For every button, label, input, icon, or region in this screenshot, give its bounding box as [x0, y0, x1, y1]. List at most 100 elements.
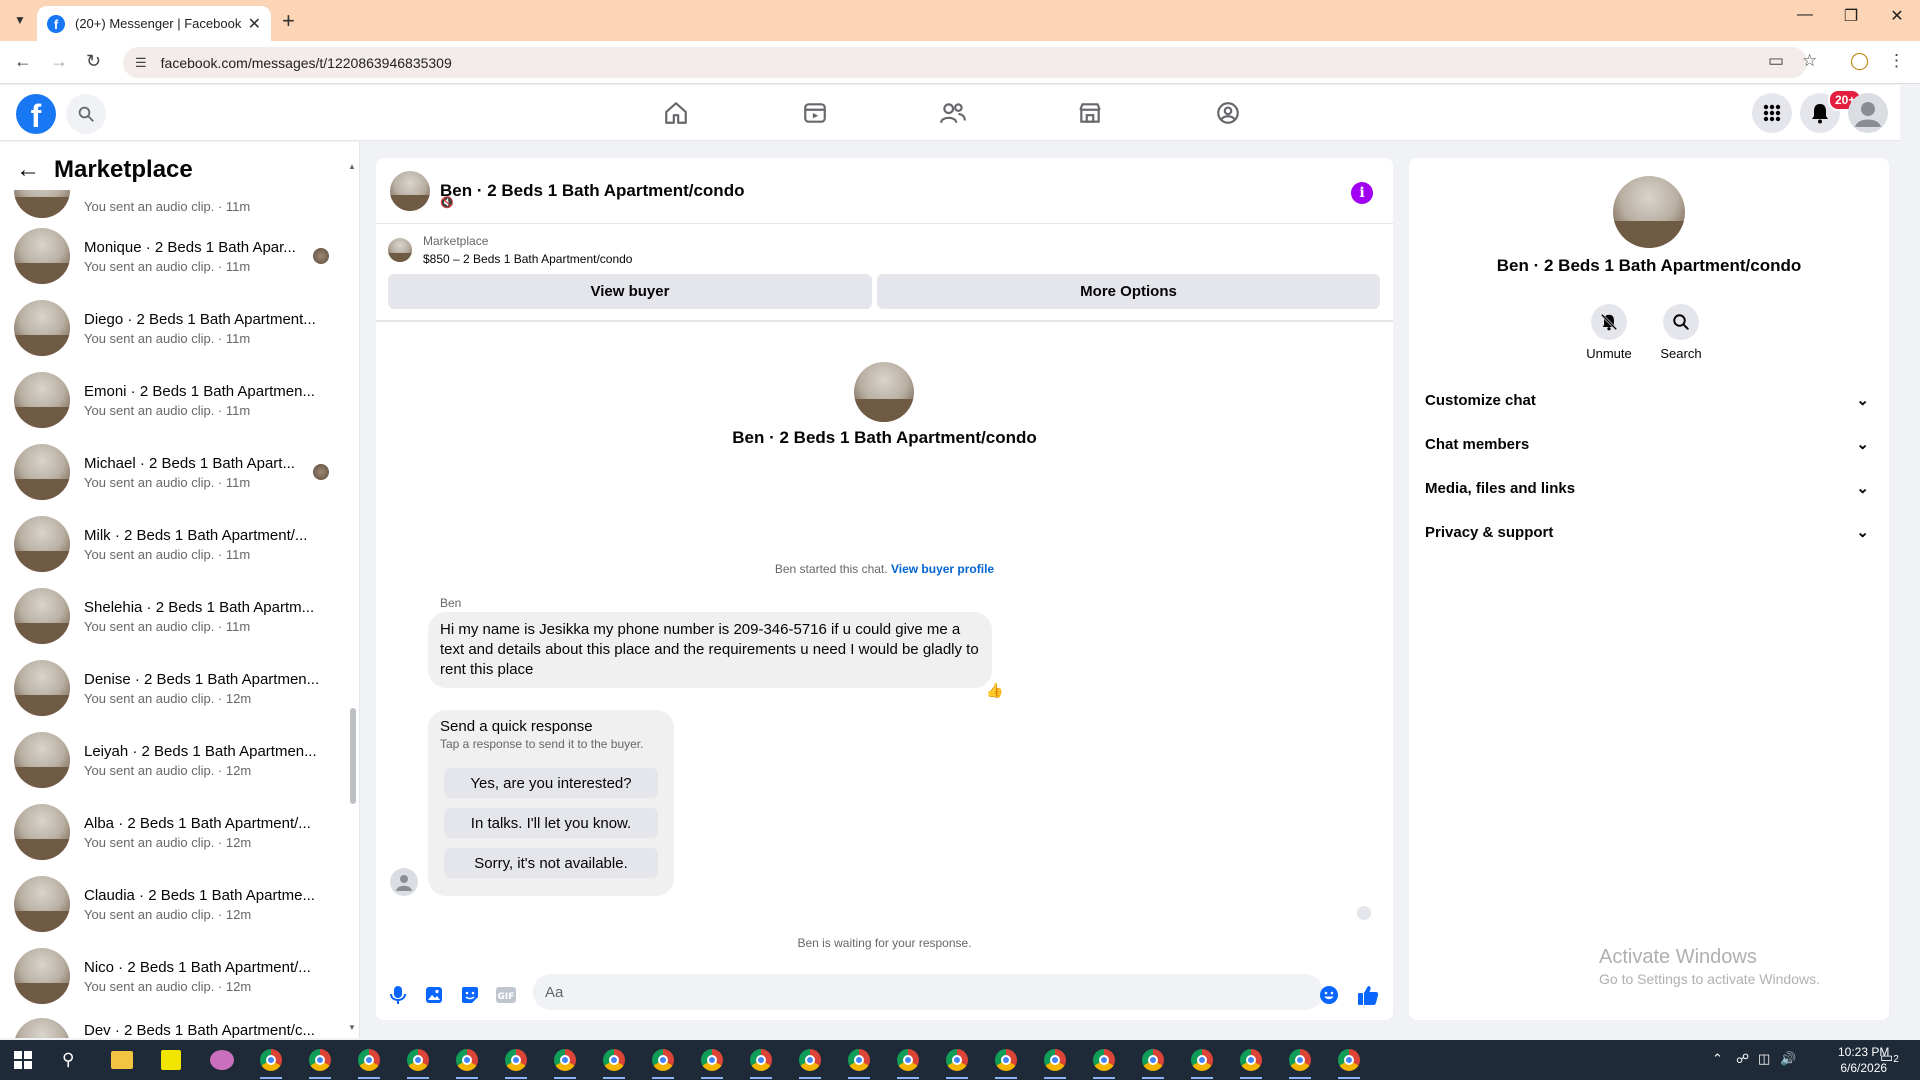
- incoming-message[interactable]: Hi my name is Jesikka my phone number is…: [428, 612, 992, 688]
- sidebar-scrollbar[interactable]: ▲ ▼: [348, 162, 358, 1032]
- profile-avatar[interactable]: [1613, 176, 1685, 248]
- chat-title[interactable]: Ben · 2 Beds 1 Bath Apartment/condo: [440, 181, 744, 201]
- search-in-chat-button[interactable]: Search: [1651, 304, 1711, 361]
- profile-icon[interactable]: ◯: [1850, 51, 1869, 71]
- page-scrollbar[interactable]: [1904, 85, 1920, 1040]
- video-icon[interactable]: [797, 97, 833, 129]
- notification-center-icon[interactable]: ▭2: [1880, 1049, 1899, 1066]
- conversation-item[interactable]: Alba · 2 Beds 1 Bath Apartment/... You se…: [0, 796, 345, 868]
- chrome-window-icon[interactable]: [554, 1049, 576, 1071]
- friends-icon[interactable]: [935, 97, 971, 129]
- privacy-support-row[interactable]: Privacy & support ⌄: [1425, 512, 1877, 552]
- conversation-item[interactable]: Diego · 2 Beds 1 Bath Apartment... You se…: [0, 292, 345, 364]
- gif-icon[interactable]: GIF: [495, 984, 517, 1006]
- conversation-item[interactable]: Nico · 2 Beds 1 Bath Apartment/... You se…: [0, 940, 345, 1012]
- chrome-window-icon[interactable]: [456, 1049, 478, 1071]
- back-arrow-icon[interactable]: ←: [16, 156, 40, 184]
- chrome-window-icon[interactable]: [1044, 1049, 1066, 1071]
- customize-chat-row[interactable]: Customize chat ⌄: [1425, 380, 1877, 420]
- chrome-window-icon[interactable]: [1142, 1049, 1164, 1071]
- conversation-item[interactable]: Denise · 2 Beds 1 Bath Apartmen... You se…: [0, 652, 345, 724]
- network-icon[interactable]: ◫: [1758, 1051, 1770, 1067]
- chrome-window-icon[interactable]: [897, 1049, 919, 1071]
- quick-response-button[interactable]: In talks. I'll let you know.: [444, 808, 658, 838]
- chrome-window-icon[interactable]: [603, 1049, 625, 1071]
- taskbar-search-icon[interactable]: ⚲: [62, 1050, 74, 1070]
- chrome-window-icon[interactable]: [309, 1049, 331, 1071]
- facebook-logo-icon[interactable]: f: [16, 94, 56, 134]
- intro-avatar[interactable]: [854, 362, 914, 422]
- media-files-links-row[interactable]: Media, files and links ⌄: [1425, 468, 1877, 508]
- quick-response-button[interactable]: Sorry, it's not available.: [444, 848, 658, 878]
- chrome-window-icon[interactable]: [946, 1049, 968, 1071]
- view-buyer-profile-link[interactable]: View buyer profile: [891, 562, 994, 576]
- marketplace-icon[interactable]: [1072, 97, 1108, 129]
- emoji-icon[interactable]: [1318, 984, 1340, 1006]
- chrome-window-icon[interactable]: [995, 1049, 1017, 1071]
- url-field[interactable]: ☰ facebook.com/messages/t/12208639468353…: [123, 47, 1807, 78]
- conversation-item[interactable]: Monique · 2 Beds 1 Bath Apar... You sent …: [0, 220, 345, 292]
- install-app-icon[interactable]: ▭: [1768, 51, 1784, 71]
- chrome-menu-icon[interactable]: ⋮: [1888, 51, 1905, 71]
- minimize-icon[interactable]: —: [1782, 6, 1828, 24]
- scroll-up-icon[interactable]: ▲: [348, 162, 356, 171]
- chrome-window-icon[interactable]: [1191, 1049, 1213, 1071]
- conversation-item-partial[interactable]: You sent an audio clip. · 11m: [0, 190, 345, 220]
- chrome-window-icon[interactable]: [1289, 1049, 1311, 1071]
- photo-icon[interactable]: [423, 984, 445, 1006]
- new-tab-icon[interactable]: +: [282, 8, 295, 34]
- conversation-item[interactable]: Leiyah · 2 Beds 1 Bath Apartmen... You se…: [0, 724, 345, 796]
- chrome-window-icon[interactable]: [799, 1049, 821, 1071]
- conversation-item[interactable]: Shelehia · 2 Beds 1 Bath Apartm... You se…: [0, 580, 345, 652]
- view-buyer-button[interactable]: View buyer: [388, 274, 872, 309]
- chrome-window-icon[interactable]: [358, 1049, 380, 1071]
- close-window-icon[interactable]: ✕: [1874, 6, 1920, 26]
- browser-tab[interactable]: f (20+) Messenger | Facebook ✕: [37, 6, 271, 41]
- more-options-button[interactable]: More Options: [877, 274, 1380, 309]
- app-icon[interactable]: [210, 1050, 234, 1070]
- scroll-down-icon[interactable]: ▼: [348, 1023, 356, 1032]
- like-thumb-icon[interactable]: [1357, 984, 1379, 1006]
- search-icon[interactable]: [66, 94, 106, 134]
- chrome-window-icon[interactable]: [260, 1049, 282, 1071]
- chrome-window-icon[interactable]: [750, 1049, 772, 1071]
- tray-app-icon[interactable]: ☍: [1736, 1051, 1749, 1067]
- chat-members-row[interactable]: Chat members ⌄: [1425, 424, 1877, 464]
- file-explorer-icon[interactable]: [111, 1051, 133, 1069]
- chrome-window-icon[interactable]: [701, 1049, 723, 1071]
- thumbs-up-reaction-icon[interactable]: 👍: [986, 682, 1003, 699]
- sticker-icon[interactable]: [459, 984, 481, 1006]
- gaming-icon[interactable]: [1210, 97, 1246, 129]
- chrome-window-icon[interactable]: [505, 1049, 527, 1071]
- close-tab-icon[interactable]: ✕: [248, 14, 261, 34]
- site-info-icon[interactable]: ☰: [135, 55, 147, 71]
- conversation-item-partial[interactable]: Dev · 2 Beds 1 Bath Apartment/c...: [0, 1012, 345, 1038]
- scrollbar-thumb[interactable]: [350, 708, 356, 804]
- chrome-window-icon[interactable]: [1240, 1049, 1262, 1071]
- conversation-item[interactable]: Milk · 2 Beds 1 Bath Apartment/... You se…: [0, 508, 345, 580]
- conversation-item[interactable]: Michael · 2 Beds 1 Bath Apart... You sent…: [0, 436, 345, 508]
- home-icon[interactable]: [658, 97, 694, 129]
- account-avatar-icon[interactable]: [1848, 93, 1888, 133]
- conversation-info-icon[interactable]: i: [1351, 182, 1373, 204]
- sticky-notes-icon[interactable]: [161, 1050, 181, 1070]
- chrome-window-icon[interactable]: [1093, 1049, 1115, 1071]
- quick-response-button[interactable]: Yes, are you interested?: [444, 768, 658, 798]
- menu-grid-icon[interactable]: [1752, 93, 1792, 133]
- chrome-window-icon[interactable]: [652, 1049, 674, 1071]
- reload-icon[interactable]: ↻: [86, 51, 101, 72]
- chrome-window-icon[interactable]: [848, 1049, 870, 1071]
- microphone-icon[interactable]: [387, 984, 409, 1006]
- forward-icon[interactable]: →: [50, 51, 68, 72]
- windows-start-icon[interactable]: [14, 1051, 32, 1069]
- listing-thumbnail[interactable]: [388, 238, 412, 262]
- tray-overflow-icon[interactable]: ⌃: [1712, 1051, 1723, 1067]
- conversation-item[interactable]: Claudia · 2 Beds 1 Bath Apartme... You se…: [0, 868, 345, 940]
- message-input[interactable]: Aa: [533, 974, 1323, 1010]
- tab-search-icon[interactable]: ▼: [6, 8, 34, 32]
- chrome-window-icon[interactable]: [1338, 1049, 1360, 1071]
- restore-icon[interactable]: ❐: [1828, 6, 1874, 26]
- chrome-window-icon[interactable]: [407, 1049, 429, 1071]
- unmute-button[interactable]: Unmute: [1579, 304, 1639, 361]
- conversation-item[interactable]: Emoni · 2 Beds 1 Bath Apartmen... You sen…: [0, 364, 345, 436]
